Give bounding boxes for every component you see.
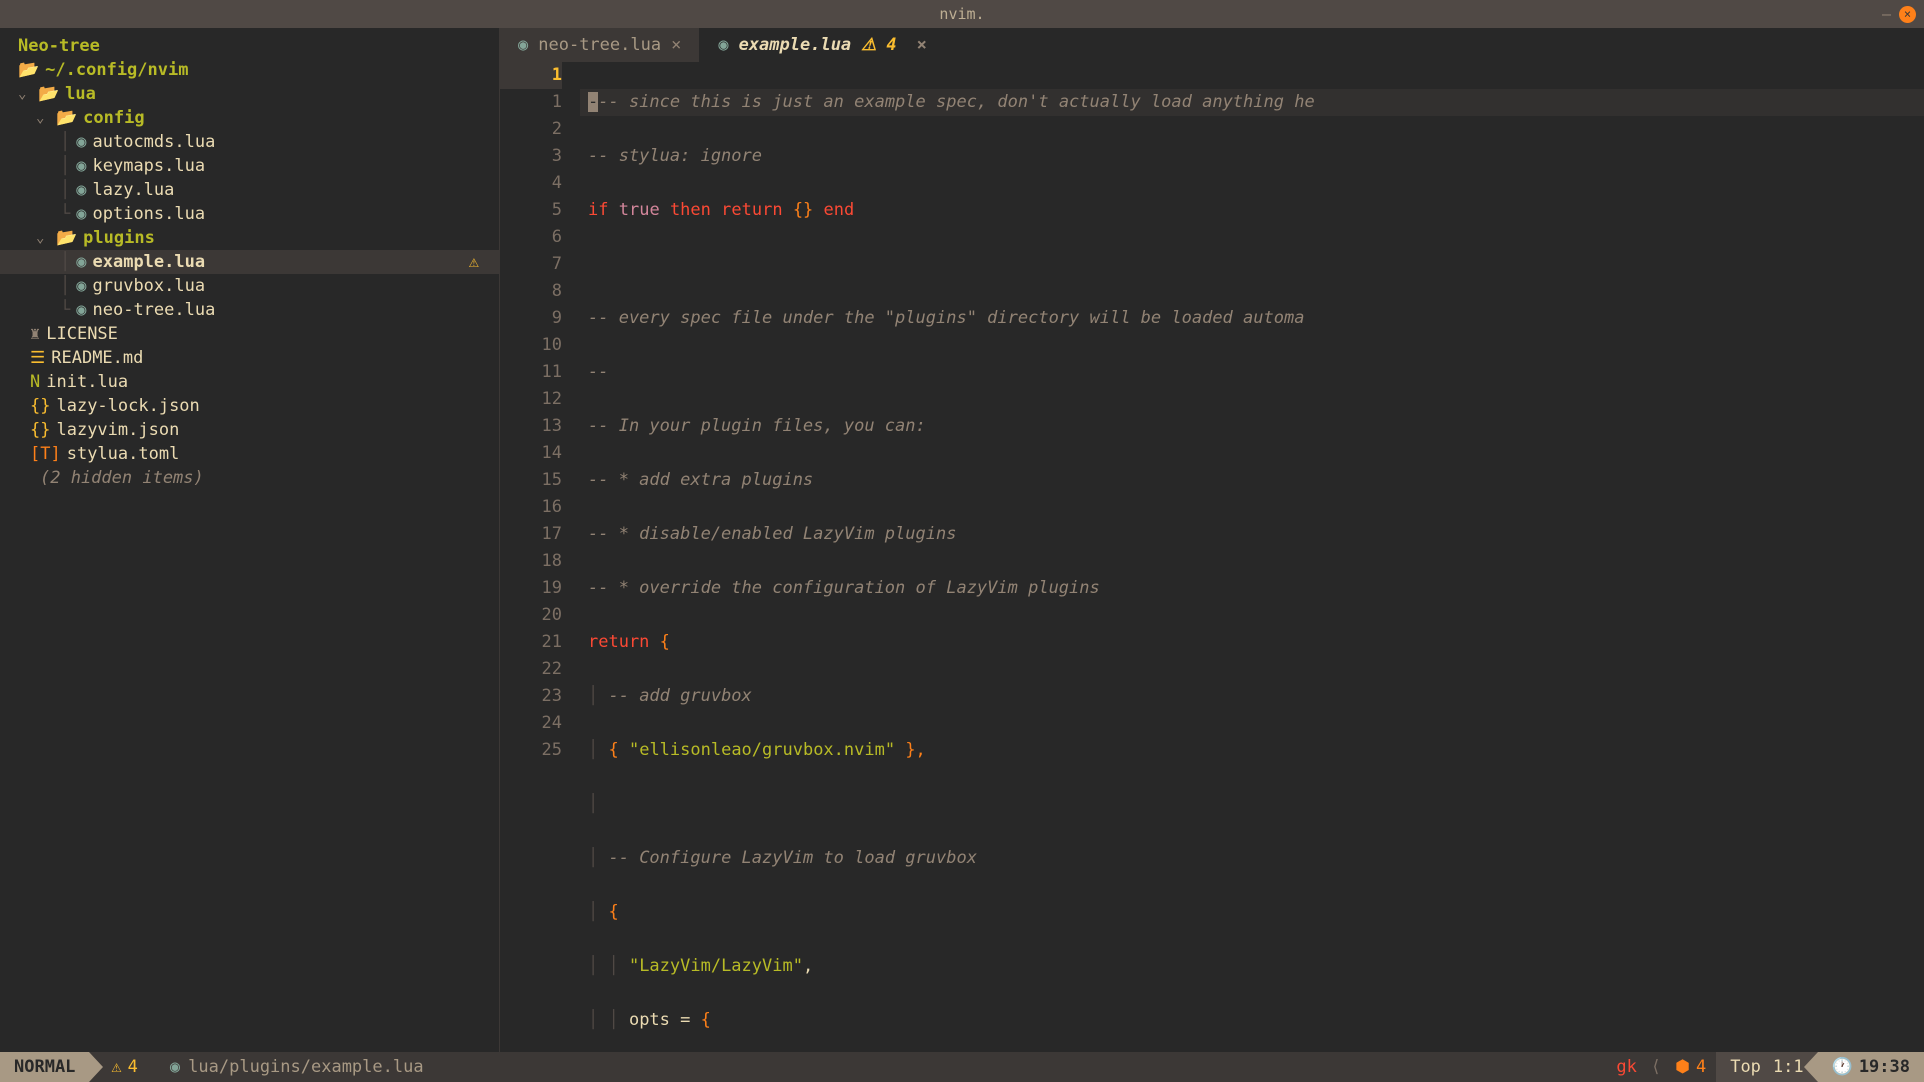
lua-icon: ◉ — [170, 1057, 180, 1077]
titlebar: nvim. — × — [0, 0, 1924, 28]
tree-folder-lua[interactable]: ⌄ 📂 lua — [0, 82, 499, 106]
tree-file[interactable]: [T] stylua.toml — [0, 442, 499, 466]
tab-example-active[interactable]: ◉ example.lua ⚠ 4 × — [700, 28, 946, 62]
tree-file[interactable]: N init.lua — [0, 370, 499, 394]
readme-icon: ☰ — [30, 348, 45, 368]
folder-open-icon: 📂 — [56, 108, 77, 128]
tree-file[interactable]: │ ◉ lazy.lua — [0, 178, 499, 202]
package-icon: ⬢ — [1675, 1057, 1690, 1077]
json-icon: {} — [30, 396, 50, 416]
lua-icon: ◉ — [76, 300, 86, 320]
file-tree-sidebar[interactable]: Neo-tree 📂 ~/.config/nvim ⌄ 📂 lua ⌄ 📂 co… — [0, 28, 500, 1052]
status-line: NORMAL ⚠4 ◉ lua/plugins/example.lua gk ⟨… — [0, 1052, 1924, 1082]
lazy-updates[interactable]: ⬢4 — [1665, 1057, 1716, 1077]
separator-icon: ⟨ — [1647, 1057, 1665, 1077]
mode-indicator: NORMAL — [0, 1052, 89, 1082]
lua-icon: ◉ — [76, 204, 86, 224]
tree-file[interactable]: └ ◉ neo-tree.lua — [0, 298, 499, 322]
sidebar-title: Neo-tree — [0, 34, 499, 58]
warning-icon: ⚠ — [469, 252, 479, 272]
git-branch[interactable]: gk — [1606, 1057, 1646, 1077]
diagnostics-warning[interactable]: ⚠4 — [89, 1052, 148, 1082]
tree-file-selected[interactable]: │ ◉ example.lua ⚠ — [0, 250, 499, 274]
folder-open-icon: 📂 — [56, 228, 77, 248]
chevron-down-icon: ⌄ — [18, 86, 32, 102]
tree-file[interactable]: │ ◉ autocmds.lua — [0, 130, 499, 154]
chevron-down-icon: ⌄ — [36, 110, 50, 126]
json-icon: {} — [30, 420, 50, 440]
tree-file[interactable]: {} lazyvim.json — [0, 418, 499, 442]
tree-file[interactable]: │ ◉ keymaps.lua — [0, 154, 499, 178]
folder-open-icon: 📂 — [18, 60, 39, 80]
tab-neo-tree[interactable]: ◉ neo-tree.lua × — [500, 28, 700, 62]
lua-icon: ◉ — [76, 276, 86, 296]
lua-icon: ◉ — [76, 252, 86, 272]
tree-folder-plugins[interactable]: ⌄ 📂 plugins — [0, 226, 499, 250]
cursor-position: Top1:1 — [1716, 1052, 1817, 1082]
tree-file[interactable]: └ ◉ options.lua — [0, 202, 499, 226]
tree-folder-config[interactable]: ⌄ 📂 config — [0, 106, 499, 130]
code-editor[interactable]: 1 123 456 789 101112 131415 161718 19202… — [500, 62, 1924, 1052]
lua-icon: ◉ — [518, 35, 528, 55]
editor-pane: ◉ neo-tree.lua × ◉ example.lua ⚠ 4 × 1 1… — [500, 28, 1924, 1052]
minimize-button[interactable]: — — [1882, 5, 1891, 23]
tab-bar: ◉ neo-tree.lua × ◉ example.lua ⚠ 4 × — [500, 28, 1924, 62]
tree-file[interactable]: │ ◉ gruvbox.lua — [0, 274, 499, 298]
lua-icon: ◉ — [76, 180, 86, 200]
chevron-down-icon: ⌄ — [36, 230, 50, 246]
close-icon[interactable]: × — [917, 35, 927, 55]
tree-file[interactable]: {} lazy-lock.json — [0, 394, 499, 418]
clock-icon: 🕐 — [1832, 1057, 1853, 1077]
tree-root[interactable]: 📂 ~/.config/nvim — [0, 58, 499, 82]
folder-open-icon: 📂 — [38, 84, 59, 104]
close-icon[interactable]: × — [671, 35, 681, 55]
toml-icon: [T] — [30, 444, 61, 464]
neovim-icon: N — [30, 372, 40, 392]
line-number-gutter: 1 123 456 789 101112 131415 161718 19202… — [500, 62, 580, 1052]
code-content[interactable]: --- since this is just an example spec, … — [580, 62, 1924, 1052]
warning-icon: ⚠ — [861, 35, 876, 55]
clock: 🕐19:38 — [1818, 1052, 1924, 1082]
warning-icon: ⚠ — [111, 1057, 121, 1077]
tree-file[interactable]: ☰ README.md — [0, 346, 499, 370]
lua-icon: ◉ — [76, 156, 86, 176]
license-icon: ♜ — [30, 324, 40, 344]
close-button[interactable]: × — [1899, 6, 1916, 23]
lua-icon: ◉ — [76, 132, 86, 152]
tree-file[interactable]: ♜ LICENSE — [0, 322, 499, 346]
hidden-items-label: (2 hidden items) — [0, 466, 499, 490]
lua-icon: ◉ — [718, 35, 728, 55]
file-path: ◉ lua/plugins/example.lua — [148, 1057, 434, 1077]
window-title: nvim. — [939, 5, 984, 23]
